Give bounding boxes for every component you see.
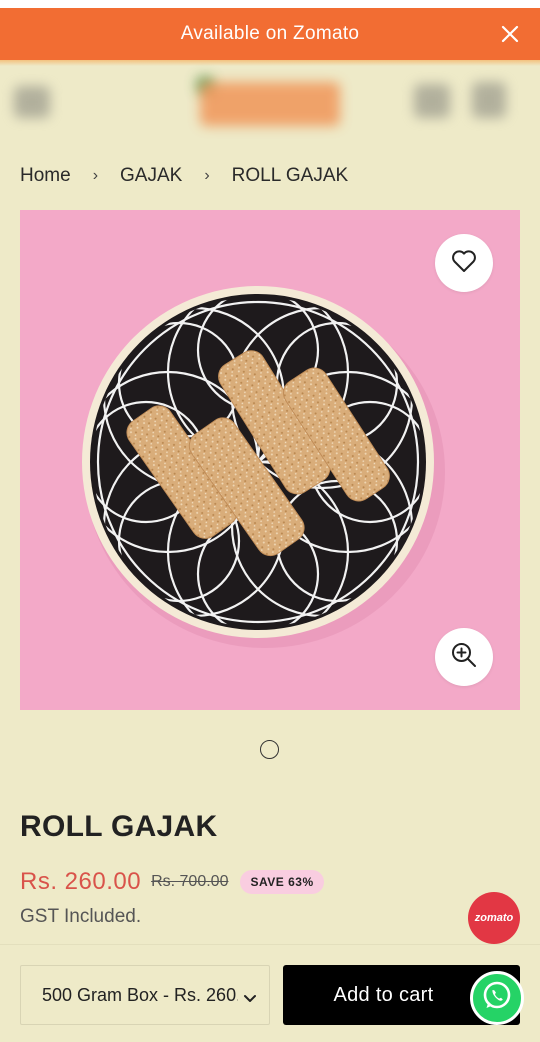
menu-icon[interactable] — [14, 86, 50, 118]
price-row: Rs. 260.00 Rs. 700.00 SAVE 63% — [20, 868, 324, 896]
announcement-text: Available on Zomato — [180, 23, 360, 44]
zomato-label: zomato — [474, 912, 514, 924]
breadcrumb-category[interactable]: GAJAK — [120, 165, 182, 187]
heart-icon — [451, 249, 477, 278]
sale-price: Rs. 260.00 — [20, 868, 142, 895]
product-image[interactable] — [20, 210, 520, 710]
chevron-right-icon: › — [92, 167, 99, 184]
chevron-right-icon: › — [204, 167, 210, 184]
whatsapp-icon — [480, 979, 514, 1018]
tax-note: GST Included. — [20, 906, 142, 927]
compare-price: Rs. 700.00 — [151, 873, 229, 890]
breadcrumb-home[interactable]: Home — [20, 165, 71, 187]
site-logo[interactable] — [200, 82, 340, 126]
add-to-cart-label: Add to cart — [333, 983, 434, 1006]
cart-icon[interactable] — [472, 82, 506, 118]
zomato-button[interactable]: zomato — [468, 892, 520, 944]
sticky-purchase-bar: 500 Gram Box - Rs. 260.00 Add to cart — [0, 944, 540, 1042]
whatsapp-button[interactable] — [470, 971, 524, 1025]
variant-selected-value: 500 Gram Box - Rs. 260.00 — [42, 984, 238, 1005]
zoom-in-icon — [450, 641, 478, 674]
product-title: ROLL GAJAK — [20, 810, 218, 843]
status-strip — [0, 0, 540, 8]
variant-select[interactable]: 500 Gram Box - Rs. 260.00 — [20, 965, 270, 1025]
chevron-down-icon — [243, 988, 257, 1009]
zoom-button[interactable] — [435, 628, 493, 686]
breadcrumb: Home › GAJAK › ROLL GAJAK — [20, 162, 348, 190]
save-badge: SAVE 63% — [240, 870, 324, 894]
close-icon[interactable] — [494, 18, 526, 50]
breadcrumb-current: ROLL GAJAK — [231, 165, 349, 186]
slide-indicator[interactable] — [260, 740, 279, 759]
wishlist-button[interactable] — [435, 234, 493, 292]
site-header — [0, 60, 540, 140]
search-icon[interactable] — [414, 84, 450, 118]
announcement-bar: Available on Zomato — [0, 8, 540, 60]
